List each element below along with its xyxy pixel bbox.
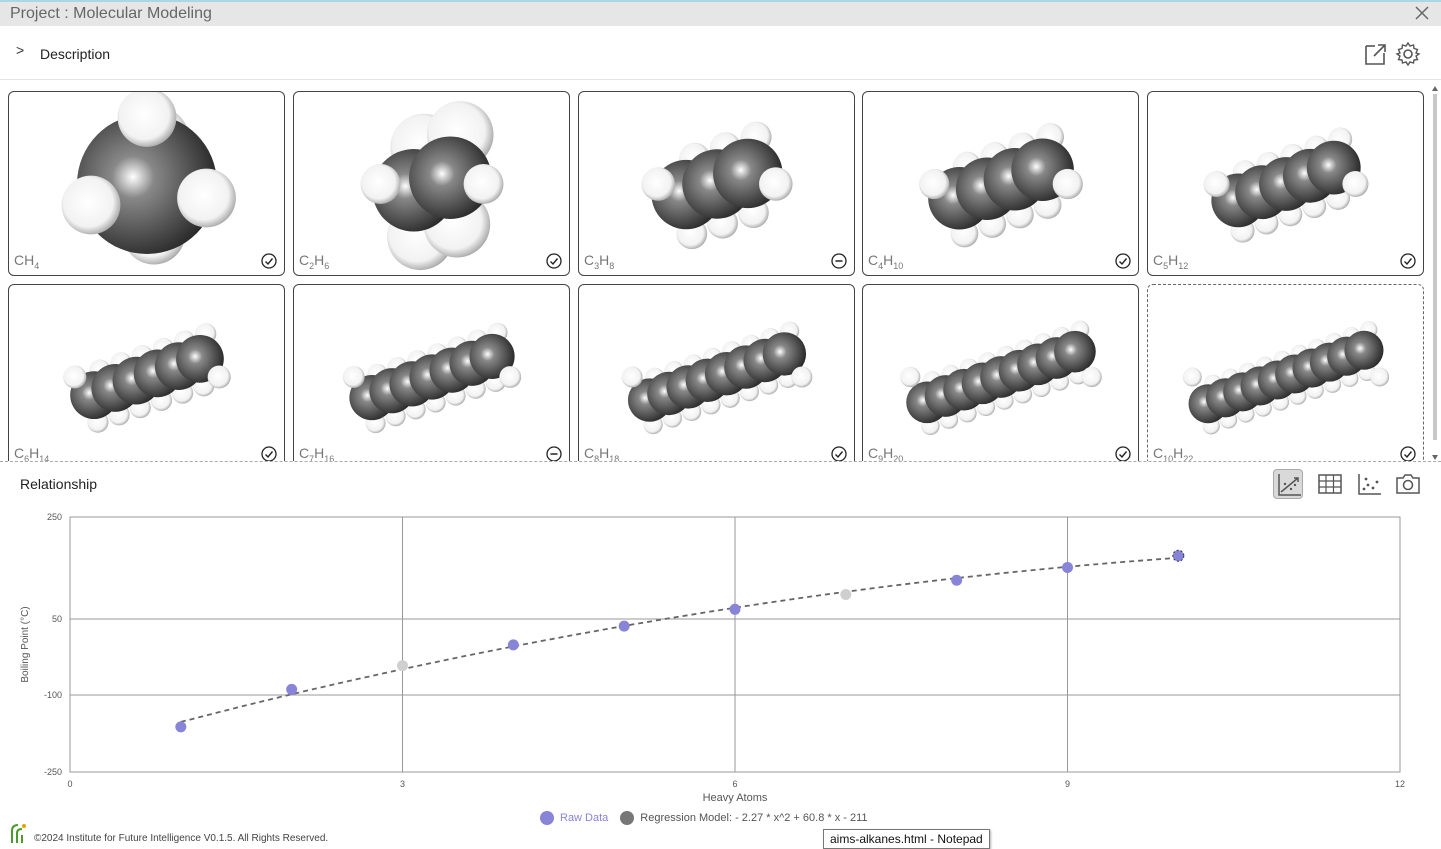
y-tick-label: 50 xyxy=(52,614,62,624)
x-tick-label: 12 xyxy=(1395,779,1405,789)
title-bar: Project : Molecular Modeling xyxy=(0,0,1441,26)
molecule-card[interactable]: C3H8 xyxy=(578,91,855,276)
ifi-logo-icon xyxy=(11,824,26,843)
legend-regression-marker xyxy=(620,811,635,825)
molecule-formula: C10H22 xyxy=(1153,445,1194,462)
molecule-model-icon[interactable] xyxy=(863,285,1138,462)
molecule-card[interactable]: C6H14 xyxy=(8,284,285,462)
line-chart-button[interactable] xyxy=(1273,469,1303,499)
molecule-card[interactable]: C4H10 xyxy=(862,91,1139,276)
data-point xyxy=(1062,561,1073,573)
description-label[interactable]: Description xyxy=(40,46,110,62)
legend-raw-marker xyxy=(540,811,554,825)
check-circle-icon[interactable] xyxy=(261,446,277,462)
data-point xyxy=(618,620,630,632)
gallery-scrollbar[interactable] xyxy=(1431,84,1439,462)
y-tick-label: -250 xyxy=(44,767,62,777)
molecule-card[interactable]: C2H6 xyxy=(293,91,570,276)
scatter-chart-icon xyxy=(1358,474,1381,495)
y-tick-label: -100 xyxy=(44,690,62,700)
data-point xyxy=(286,683,298,695)
camera-icon xyxy=(1396,474,1420,494)
molecule-formula: C3H8 xyxy=(584,252,615,271)
export-icon[interactable] xyxy=(1363,41,1389,67)
chevron-right-icon[interactable]: > xyxy=(16,42,24,58)
table-icon xyxy=(1318,474,1342,494)
check-circle-icon[interactable] xyxy=(1400,253,1416,269)
relationship-title: Relationship xyxy=(20,476,98,492)
molecule-card[interactable]: C8H18 xyxy=(578,284,855,462)
molecule-formula: C8H18 xyxy=(584,445,620,462)
molecule-formula: C5H12 xyxy=(1153,252,1189,271)
check-circle-icon[interactable] xyxy=(831,446,847,462)
window-title: Project : Molecular Modeling xyxy=(10,5,212,22)
line-chart-icon xyxy=(1278,474,1301,496)
molecule-formula: C9H20 xyxy=(868,445,904,462)
x-axis-label: Heavy Atoms xyxy=(703,792,768,804)
data-point xyxy=(1172,549,1185,562)
molecule-card[interactable]: C9H20 xyxy=(862,284,1139,462)
molecule-model-icon[interactable] xyxy=(9,285,284,462)
gear-icon[interactable] xyxy=(1395,41,1421,67)
data-point xyxy=(729,603,741,615)
check-circle-icon[interactable] xyxy=(1115,446,1131,462)
molecule-model-icon[interactable] xyxy=(579,285,854,462)
molecule-formula: C6H14 xyxy=(14,445,50,462)
molecule-formula: C2H6 xyxy=(299,252,330,271)
data-point xyxy=(951,574,963,586)
relationship-chart: 0 3 6 9 12 250 50 -100 -250 Heavy Atoms Boiling Po… xyxy=(20,512,1405,804)
taskbar-tooltip: aims-alkanes.html - Notepad xyxy=(823,829,990,849)
molecule-model-icon[interactable] xyxy=(294,92,569,275)
y-axis-label: Boiling Point (°C) xyxy=(20,606,31,682)
molecule-card[interactable]: C10H22 xyxy=(1147,284,1424,462)
molecule-model-icon[interactable] xyxy=(9,92,284,275)
scatter-chart-button[interactable] xyxy=(1354,469,1384,499)
regression-line xyxy=(180,556,1179,723)
check-circle-icon[interactable] xyxy=(546,253,562,269)
molecule-model-icon[interactable] xyxy=(294,285,569,462)
molecule-gallery: CH4 C2H6 C3H8 C4H10 C5H12 C6H14 C7H16 C8… xyxy=(0,84,1441,462)
molecule-model-icon[interactable] xyxy=(863,92,1138,275)
data-point xyxy=(840,589,852,601)
minus-circle-icon[interactable] xyxy=(831,253,847,269)
molecule-model-icon[interactable] xyxy=(1148,92,1423,275)
x-tick-label: 9 xyxy=(1065,779,1070,789)
camera-button[interactable] xyxy=(1393,469,1423,499)
check-circle-icon[interactable] xyxy=(1115,253,1131,269)
molecule-formula: CH4 xyxy=(14,252,40,271)
molecule-card[interactable]: CH4 xyxy=(8,91,285,276)
chart-legend: Raw Data Regression Model: - 2.27 * x^2 … xyxy=(540,811,868,825)
close-icon[interactable] xyxy=(1413,4,1431,22)
data-point xyxy=(507,639,519,651)
y-tick-label: 250 xyxy=(47,512,62,522)
molecule-formula: C4H10 xyxy=(868,252,904,271)
footer: ©2024 Institute for Future Intelligence … xyxy=(8,820,328,846)
copyright-text: ©2024 Institute for Future Intelligence … xyxy=(34,832,329,844)
molecule-formula: C7H16 xyxy=(299,445,335,462)
x-tick-label: 6 xyxy=(732,779,737,789)
legend-raw-label[interactable]: Raw Data xyxy=(560,812,608,824)
molecule-model-icon[interactable] xyxy=(1148,285,1423,462)
check-circle-icon[interactable] xyxy=(1400,446,1416,462)
description-panel: > Description xyxy=(0,28,1441,80)
x-tick-label: 0 xyxy=(67,779,72,789)
x-tick-label: 3 xyxy=(400,779,405,789)
legend-regression-label[interactable]: Regression Model: - 2.27 * x^2 + 60.8 * … xyxy=(640,812,867,824)
molecule-card[interactable]: C5H12 xyxy=(1147,91,1424,276)
check-circle-icon[interactable] xyxy=(261,253,277,269)
minus-circle-icon[interactable] xyxy=(546,446,562,462)
data-point xyxy=(175,721,187,733)
data-point xyxy=(397,660,408,672)
molecule-card[interactable]: C7H16 xyxy=(293,284,570,462)
table-button[interactable] xyxy=(1315,469,1345,499)
molecule-model-icon[interactable] xyxy=(579,92,854,275)
